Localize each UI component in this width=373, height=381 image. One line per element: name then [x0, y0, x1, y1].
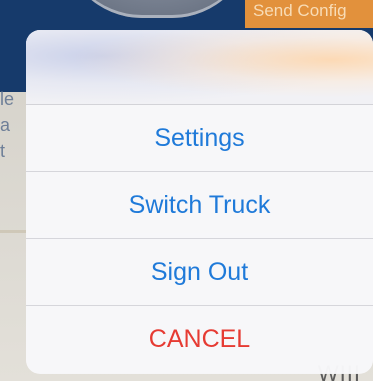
send-config-button[interactable]: Send Config	[245, 0, 373, 28]
cancel-button[interactable]: CANCEL	[26, 306, 373, 373]
screen: Send Config le a t WIII Settings Switch …	[0, 0, 373, 381]
settings-option[interactable]: Settings	[26, 105, 373, 172]
map-label-left: le a t	[0, 89, 15, 161]
switch-truck-option[interactable]: Switch Truck	[26, 172, 373, 239]
action-sheet: Settings Switch Truck Sign Out CANCEL	[26, 30, 373, 374]
action-sheet-header	[26, 30, 373, 105]
sign-out-option[interactable]: Sign Out	[26, 239, 373, 306]
